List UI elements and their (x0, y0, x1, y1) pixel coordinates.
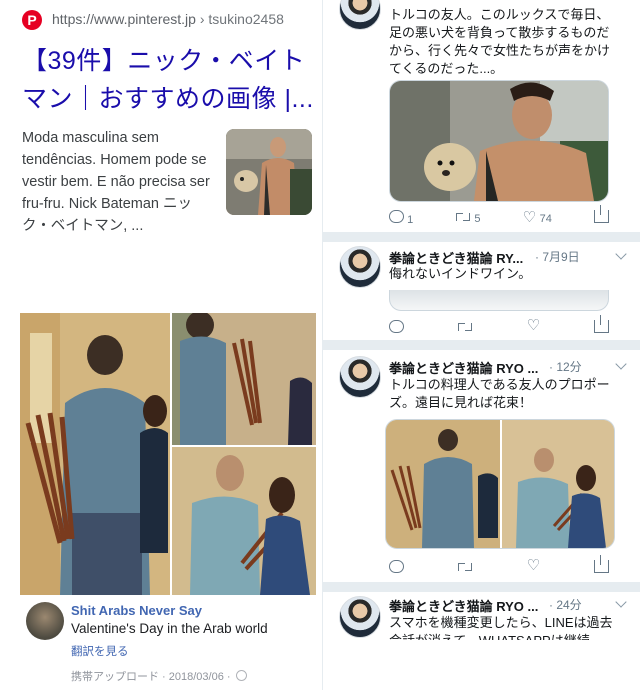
chevron-down-icon[interactable] (615, 596, 627, 608)
tweet4-text: スマホを機種変更したら、LINEは過去会話が消えて、WHATSAPPは継続 (389, 615, 613, 640)
reply-count: 1 (407, 214, 414, 226)
tweet3-actions: ♡ (389, 555, 609, 573)
tweet4-time[interactable]: · 24分 (549, 596, 582, 613)
tweet2-text: 侮れないインドワイン。 (389, 266, 532, 281)
page-avatar[interactable] (26, 602, 64, 640)
tweet3-text: トルコの料理人である友人のプロポーズ。遠目に見れば花束！ (389, 377, 610, 410)
chevron-down-icon[interactable] (615, 248, 627, 260)
heart-icon: ♡ (522, 208, 537, 226)
post-text: Valentine's Day in the Arab world (71, 621, 268, 636)
reply-action[interactable]: 1 (389, 210, 413, 226)
share-icon (593, 205, 609, 223)
see-translation-link[interactable]: 翻訳を見る (71, 643, 129, 659)
post-meta-text: 携帯アップロード · 2018/03/06 · (71, 671, 231, 683)
tweet4-author[interactable]: 拳論ときどき猫論 RYO ... (389, 596, 538, 615)
share-action[interactable] (593, 205, 609, 226)
man-with-dog-photo (390, 81, 608, 201)
tweet4-text-clip: スマホを機種変更したら、LINEは過去会話が消えて、WHATSAPPは継続 (389, 614, 625, 640)
pinterest-logo-icon: P (22, 10, 42, 30)
like-count: 74 (539, 212, 552, 225)
reply-icon (389, 210, 404, 223)
reply-icon[interactable] (389, 560, 404, 573)
tweet2-media-crop[interactable] (389, 290, 609, 311)
heart-icon[interactable]: ♡ (527, 558, 541, 573)
tweet1-avatar[interactable] (339, 0, 381, 30)
like-action[interactable]: ♡ 74 (522, 208, 552, 226)
tweet4-avatar[interactable] (339, 596, 381, 638)
retweet-count: 5 (474, 213, 481, 225)
tweet3-avatar[interactable] (339, 356, 381, 398)
result-user-path: › tsukino2458 (199, 11, 284, 27)
tweet1-photo[interactable] (389, 80, 609, 202)
retweet-icon (455, 211, 471, 222)
tweet1-actions: 1 5 ♡ 74 (389, 205, 609, 226)
tweet-separator (323, 340, 640, 350)
tweet2-avatar[interactable] (339, 246, 381, 288)
share-icon[interactable] (593, 315, 609, 333)
chevron-down-icon[interactable] (615, 358, 627, 370)
heart-icon[interactable]: ♡ (527, 318, 541, 333)
tweet3-time[interactable]: · 12分 (549, 358, 582, 375)
thumbnail-photo (226, 129, 312, 215)
facebook-post-photo[interactable] (20, 313, 316, 595)
tweet2-actions: ♡ (389, 315, 609, 333)
post-meta: 携帯アップロード · 2018/03/06 · (71, 668, 247, 684)
pinterest-result-card[interactable]: P https://www.pinterest.jp › tsukino2458… (0, 0, 322, 254)
tweet-separator (323, 232, 640, 242)
retweet-icon[interactable] (457, 561, 473, 572)
post-author-link[interactable]: Shit Arabs Never Say (71, 603, 202, 618)
twitter-timeline: トルコの友人。このルックスで毎日、足の悪い犬を背負って散歩するものだから、行く先… (322, 0, 640, 690)
reply-icon[interactable] (389, 320, 404, 333)
result-thumbnail[interactable] (226, 129, 312, 215)
result-url[interactable]: https://www.pinterest.jp › tsukino2458 (52, 11, 284, 27)
result-title-link[interactable]: 【39件】ニック・ベイトマン｜おすすめの画像 |... (22, 42, 322, 118)
result-snippet: Moda masculina sem tendências. Homem pod… (22, 130, 210, 234)
globe-icon (235, 670, 247, 681)
tweet2-time[interactable]: · 7月9日 (535, 248, 580, 265)
tweet1-text: トルコの友人。このルックスで毎日、足の悪い犬を背負って散歩するものだから、行く先… (389, 7, 611, 76)
proposal-photo (386, 420, 614, 548)
share-icon[interactable] (593, 555, 609, 573)
tweet3-author[interactable]: 拳論ときどき猫論 RYO ... (389, 358, 538, 377)
retweet-action[interactable]: 5 (455, 211, 480, 225)
tweet3-photo[interactable] (385, 419, 615, 549)
tweet-separator (323, 582, 640, 592)
retweet-icon[interactable] (457, 321, 473, 332)
proposal-collage-photo (20, 313, 316, 595)
result-domain: https://www.pinterest.jp (52, 11, 196, 27)
